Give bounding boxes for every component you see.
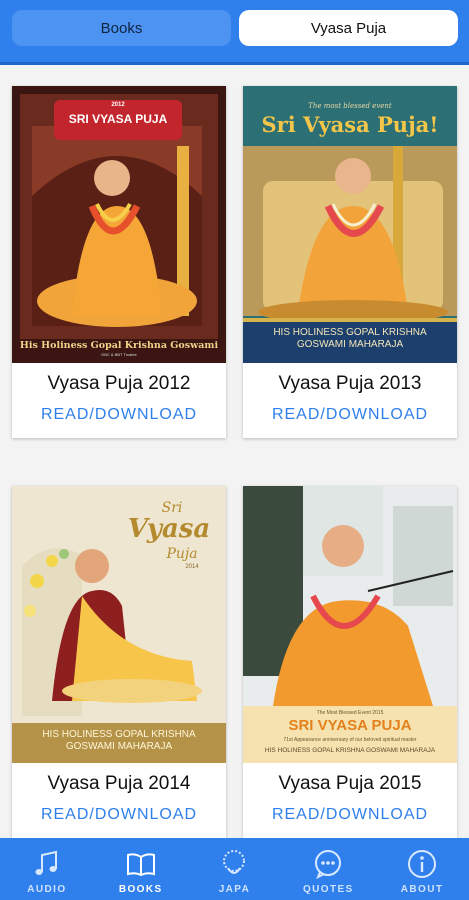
card-title: Vyasa Puja 2014 <box>47 773 191 794</box>
top-tab-bar: Books Vyasa Puja <box>0 0 469 65</box>
cover-subtitle: GBC & BBT Trustee <box>101 352 137 357</box>
card-title: Vyasa Puja 2013 <box>278 373 422 394</box>
nav-audio[interactable]: AUDIO <box>0 838 94 900</box>
card-title: Vyasa Puja 2015 <box>278 773 422 794</box>
tab-vyasa-puja[interactable]: Vyasa Puja <box>239 10 458 46</box>
book-cover-2013[interactable]: The most blessed event Sri Vyasa Puja! H… <box>243 86 457 363</box>
speech-bubble-icon <box>315 850 342 880</box>
read-download-link[interactable]: READ/DOWNLOAD <box>243 406 457 424</box>
nav-audio-label: AUDIO <box>27 884 67 895</box>
cover-kicker: The Most Blessed Event 2015 <box>316 710 384 716</box>
nav-japa-label: JAPA <box>218 884 251 895</box>
book-cover-2014[interactable]: Sri Vyasa Puja 2014 HIS HOLINESS GOPAL K… <box>12 486 226 763</box>
read-download-link[interactable]: READ/DOWNLOAD <box>243 806 457 824</box>
bottom-navigation: AUDIO BOOKS JAPA QUOTES ABOUT <box>0 838 469 900</box>
nav-quotes-label: QUOTES <box>302 884 354 895</box>
info-icon <box>408 850 437 878</box>
nav-books-label: BOOKS <box>118 884 163 895</box>
cover-year: 2012 <box>111 102 125 108</box>
cover-heading: Sri Vyasa Puja! <box>261 112 439 137</box>
open-book-icon <box>126 853 155 877</box>
cover-subtitle: 71st Appearance anniversary of our belov… <box>283 737 417 743</box>
book-card-2013[interactable]: The most blessed event Sri Vyasa Puja! H… <box>243 86 457 438</box>
book-cover-2015[interactable]: The Most Blessed Event 2015 SRI VYASA PU… <box>243 486 457 763</box>
cover-name: HIS HOLINESS GOPAL KRISHNA GOSWAMI MAHAR… <box>273 327 427 350</box>
cover-name: His Holiness Gopal Krishna Goswami <box>19 340 219 351</box>
nav-books[interactable]: BOOKS <box>94 838 188 900</box>
cover-illustration-2012 <box>12 86 226 363</box>
music-note-icon <box>35 850 57 875</box>
japa-beads-icon <box>223 850 246 874</box>
vyasa-puja-grid: 2012 SRI VYASA PUJA His Holiness Gopal K… <box>0 62 469 838</box>
card-title: Vyasa Puja 2012 <box>47 373 191 394</box>
nav-about[interactable]: ABOUT <box>375 838 469 900</box>
cover-kicker: The most blessed event <box>308 102 392 110</box>
nav-about-label: ABOUT <box>400 884 444 895</box>
cover-heading-puja: Puja <box>166 546 198 562</box>
segmented-tabs: Books Vyasa Puja <box>12 10 458 46</box>
cover-name: HIS HOLINESS GOPAL KRISHNA GOSWAMI MAHAR… <box>264 747 436 754</box>
book-card-2014[interactable]: Sri Vyasa Puja 2014 HIS HOLINESS GOPAL K… <box>12 486 226 838</box>
cover-heading: SRI VYASA PUJA <box>288 717 412 734</box>
read-download-link[interactable]: READ/DOWNLOAD <box>12 806 226 824</box>
cover-name: HIS HOLINESS GOPAL KRISHNA GOSWAMI MAHAR… <box>42 729 196 752</box>
cover-heading: SRI VYASA PUJA <box>68 112 168 126</box>
book-card-2015[interactable]: The Most Blessed Event 2015 SRI VYASA PU… <box>243 486 457 838</box>
cover-year: 2014 <box>185 564 199 570</box>
nav-japa[interactable]: JAPA <box>188 838 282 900</box>
tab-books[interactable]: Books <box>12 10 231 46</box>
book-cover-2012[interactable]: 2012 SRI VYASA PUJA His Holiness Gopal K… <box>12 86 226 363</box>
read-download-link[interactable]: READ/DOWNLOAD <box>12 406 226 424</box>
nav-quotes[interactable]: QUOTES <box>281 838 375 900</box>
cover-heading-vyasa: Vyasa <box>127 514 211 544</box>
book-card-2012[interactable]: 2012 SRI VYASA PUJA His Holiness Gopal K… <box>12 86 226 438</box>
